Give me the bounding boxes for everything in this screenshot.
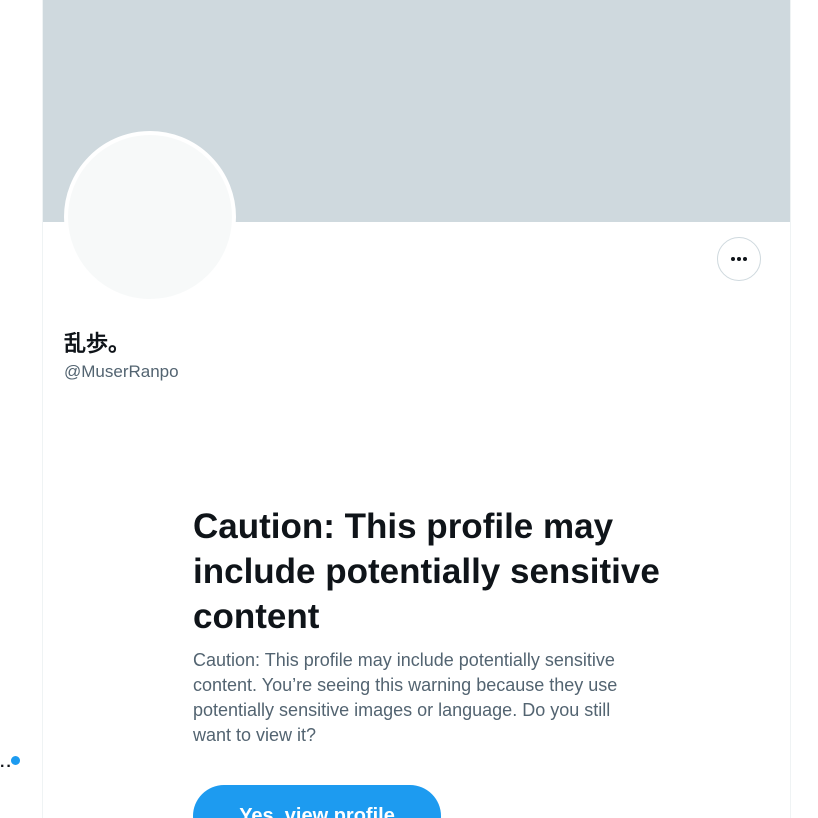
page: ·· 乱歩。 @MuserRanpo Caution: This profile… xyxy=(0,0,818,818)
profile-display-name: 乱歩。 xyxy=(64,332,131,357)
profile-handle: @MuserRanpo xyxy=(64,362,179,381)
nav-more-button[interactable]: ·· xyxy=(0,756,24,780)
profile-column: 乱歩。 @MuserRanpo Caution: This profile ma… xyxy=(42,0,791,818)
more-horizontal-icon xyxy=(731,257,747,261)
warning-body: Caution: This profile may include potent… xyxy=(193,650,618,745)
warning-title: Caution: This profile may include potent… xyxy=(193,507,660,636)
view-profile-button[interactable]: Yes, view profile xyxy=(193,785,441,818)
notification-dot-icon xyxy=(11,756,20,765)
more-options-button[interactable] xyxy=(717,237,761,281)
profile-avatar[interactable] xyxy=(64,131,236,303)
sensitive-content-warning: Caution: This profile may include potent… xyxy=(193,504,663,748)
